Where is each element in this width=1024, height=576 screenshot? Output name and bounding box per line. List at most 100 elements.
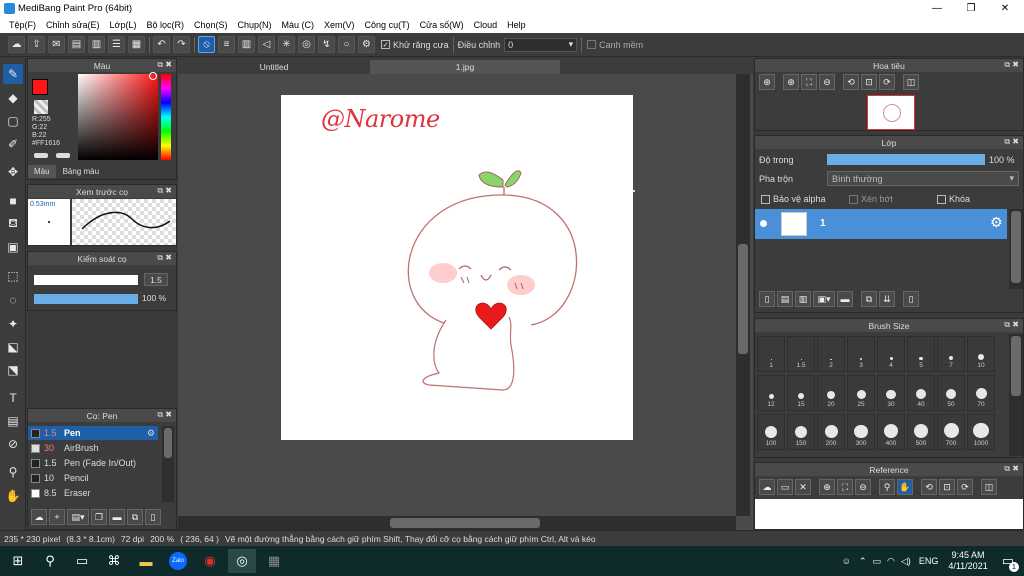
brush-size-cell[interactable]: 150 — [787, 414, 815, 450]
brush-item-pencil[interactable]: 10 Pencil — [28, 471, 158, 485]
lock-toggle[interactable]: Khóa — [937, 194, 970, 204]
merge-layer-icon[interactable]: ⇊ — [879, 291, 895, 307]
layer-scrollbar[interactable] — [1009, 209, 1023, 289]
select-pen-icon[interactable]: ⬕ — [3, 337, 23, 357]
parallel-snap-icon[interactable]: ≡ — [218, 36, 235, 53]
menu-cloud[interactable]: Cloud — [474, 20, 498, 30]
adjust-dropdown[interactable]: 0 ▾ — [504, 37, 578, 52]
tab-color[interactable]: Màu — [28, 165, 56, 178]
panel-icon[interactable]: ▤ — [68, 36, 85, 53]
panel-controls-icon[interactable]: ⧉ ✖ — [1004, 60, 1019, 70]
lock-checkbox[interactable] — [937, 194, 946, 204]
battery-icon[interactable]: ▭ — [873, 556, 882, 567]
snap-soft-checkbox[interactable] — [587, 40, 597, 49]
panel-controls-icon[interactable]: ⧉ ✖ — [157, 253, 172, 263]
fill-rect-tool-icon[interactable]: ■ — [3, 191, 23, 211]
antialias-checkbox[interactable]: ✓ — [381, 40, 390, 49]
cloud-brush-icon[interactable]: ☁ — [31, 509, 47, 525]
reference-flip-icon[interactable]: ◫ — [981, 479, 997, 495]
panel-controls-icon[interactable]: ⧉ ✖ — [1004, 320, 1019, 330]
copy-brush-icon[interactable]: ❐ — [91, 509, 107, 525]
task-view-icon[interactable]: ▭ — [68, 549, 96, 573]
no-snap-icon[interactable]: ⦸ — [198, 36, 215, 53]
zoom-out-icon[interactable]: ⊖ — [819, 74, 835, 90]
reference-zoom-in-icon[interactable]: ⊕ — [819, 479, 835, 495]
menu-color[interactable]: Màu (C) — [282, 20, 315, 30]
menu-edit[interactable]: Chỉnh sửa(E) — [46, 20, 100, 30]
brush-size-slider[interactable] — [34, 275, 138, 285]
panel-controls-icon[interactable]: ⧉ ✖ — [157, 60, 172, 70]
people-icon[interactable]: ☺ — [842, 556, 851, 566]
medibang-icon[interactable]: ▦ — [260, 549, 288, 573]
reference-fit-icon[interactable]: ⛶ — [837, 479, 853, 495]
eyedropper-tool-icon[interactable]: ⚲ — [3, 462, 23, 482]
color-swap-toggle[interactable] — [56, 153, 70, 158]
blur-tool-icon[interactable]: ⊘ — [3, 434, 23, 454]
menu-snap[interactable]: Chụp(N) — [238, 20, 272, 30]
protect-alpha-toggle[interactable]: Bảo vệ alpha — [761, 194, 826, 204]
magic-wand-icon[interactable]: ✦ — [3, 314, 23, 334]
tray-chevron-icon[interactable]: ⌃ — [859, 556, 867, 567]
gradient-tool-icon[interactable]: ▣ — [3, 237, 23, 257]
select-eraser-icon[interactable]: ⬔ — [3, 360, 23, 380]
reference-view[interactable] — [755, 499, 1023, 529]
lasso-tool-icon[interactable]: ◌ — [3, 290, 23, 310]
flip-icon[interactable]: ◫ — [903, 74, 919, 90]
document-icon[interactable]: ▥ — [88, 36, 105, 53]
brush-size-cell[interactable]: 400 — [877, 414, 905, 450]
brush-size-cell[interactable]: 70 — [967, 375, 995, 411]
fit-icon[interactable]: ⛶ — [801, 74, 817, 90]
menu-tools[interactable]: Công cụ(T) — [365, 20, 410, 30]
bucket-tool-icon[interactable]: ⛾ — [3, 214, 23, 234]
close-reference-icon[interactable]: ✕ — [795, 479, 811, 495]
reference-eyedropper-icon[interactable]: ⚲ — [879, 479, 895, 495]
brush-size-cell[interactable]: 100 — [757, 414, 785, 450]
layer-folder-icon[interactable]: ▬ — [837, 291, 853, 307]
undo-icon[interactable]: ↶ — [153, 36, 170, 53]
delete-layer-icon[interactable]: ▯ — [903, 291, 919, 307]
text-tool-icon[interactable]: T — [3, 388, 23, 408]
brush-item-pen-fade[interactable]: 1.5 Pen (Fade In/Out) — [28, 456, 158, 470]
protect-alpha-checkbox[interactable] — [761, 194, 770, 204]
folder-icon[interactable]: ▬ — [109, 509, 125, 525]
eraser-tool-icon[interactable]: ◆ — [3, 88, 23, 108]
language-indicator[interactable]: ENG — [919, 556, 939, 566]
select-rect-icon[interactable]: ⬚ — [3, 266, 23, 286]
grid-icon[interactable]: ▦ — [128, 36, 145, 53]
panel-controls-icon[interactable]: ⧉ ✖ — [1004, 464, 1019, 474]
windows-start-icon[interactable]: ⊞ — [4, 549, 32, 573]
file-explorer-icon[interactable]: ▬ — [132, 549, 160, 573]
reset-rotation-icon[interactable]: ⊡ — [861, 74, 877, 90]
color-mode-toggle[interactable] — [34, 153, 48, 158]
comment-icon[interactable]: ✉ — [48, 36, 65, 53]
reference-zoom-out-icon[interactable]: ⊖ — [855, 479, 871, 495]
rectangle-tool-icon[interactable]: ▢ — [3, 111, 23, 131]
brush-list-scrollbar[interactable] — [162, 426, 174, 502]
brush-size-cell[interactable]: 12 — [757, 375, 785, 411]
transparent-swatch[interactable] — [34, 100, 48, 114]
opera-icon[interactable]: ◉ — [196, 549, 224, 573]
tab-palette[interactable]: Bảng màu — [56, 165, 106, 178]
redo-icon[interactable]: ↷ — [173, 36, 190, 53]
minimize-button[interactable]: — — [920, 0, 954, 17]
vanishing-snap-icon[interactable]: ◁ — [258, 36, 275, 53]
chrome-icon[interactable]: ◎ — [228, 549, 256, 573]
antialias-toggle[interactable]: ✓ Khử răng cưa — [381, 40, 449, 50]
primary-color-swatch[interactable] — [32, 79, 48, 95]
brush-size-cell[interactable]: 200 — [817, 414, 845, 450]
brush-size-cell[interactable]: 7 — [937, 336, 965, 372]
panel-controls-icon[interactable]: ⧉ ✖ — [1004, 137, 1019, 147]
pen-line-tool-icon[interactable]: ✐ — [3, 134, 23, 154]
new-8bit-layer-icon[interactable]: ▥ — [795, 291, 811, 307]
wifi-icon[interactable]: ◠ — [887, 556, 895, 567]
canvas-vertical-scroll-thumb[interactable] — [738, 244, 748, 354]
circle-snap-icon[interactable]: ◎ — [298, 36, 315, 53]
navigator-thumbnail[interactable] — [867, 95, 915, 130]
menu-window[interactable]: Cửa số(W) — [420, 20, 464, 30]
notification-icon[interactable]: ▭ 1 — [1002, 553, 1019, 572]
blend-mode-dropdown[interactable]: Bình thường ▾ — [827, 171, 1019, 186]
brush-tool-icon[interactable]: ✎ — [3, 64, 23, 84]
menu-filter[interactable]: Bộ lọc(R) — [146, 20, 184, 30]
volume-icon[interactable]: ◁) — [901, 556, 911, 567]
cloud-icon[interactable]: ☁ — [8, 36, 25, 53]
